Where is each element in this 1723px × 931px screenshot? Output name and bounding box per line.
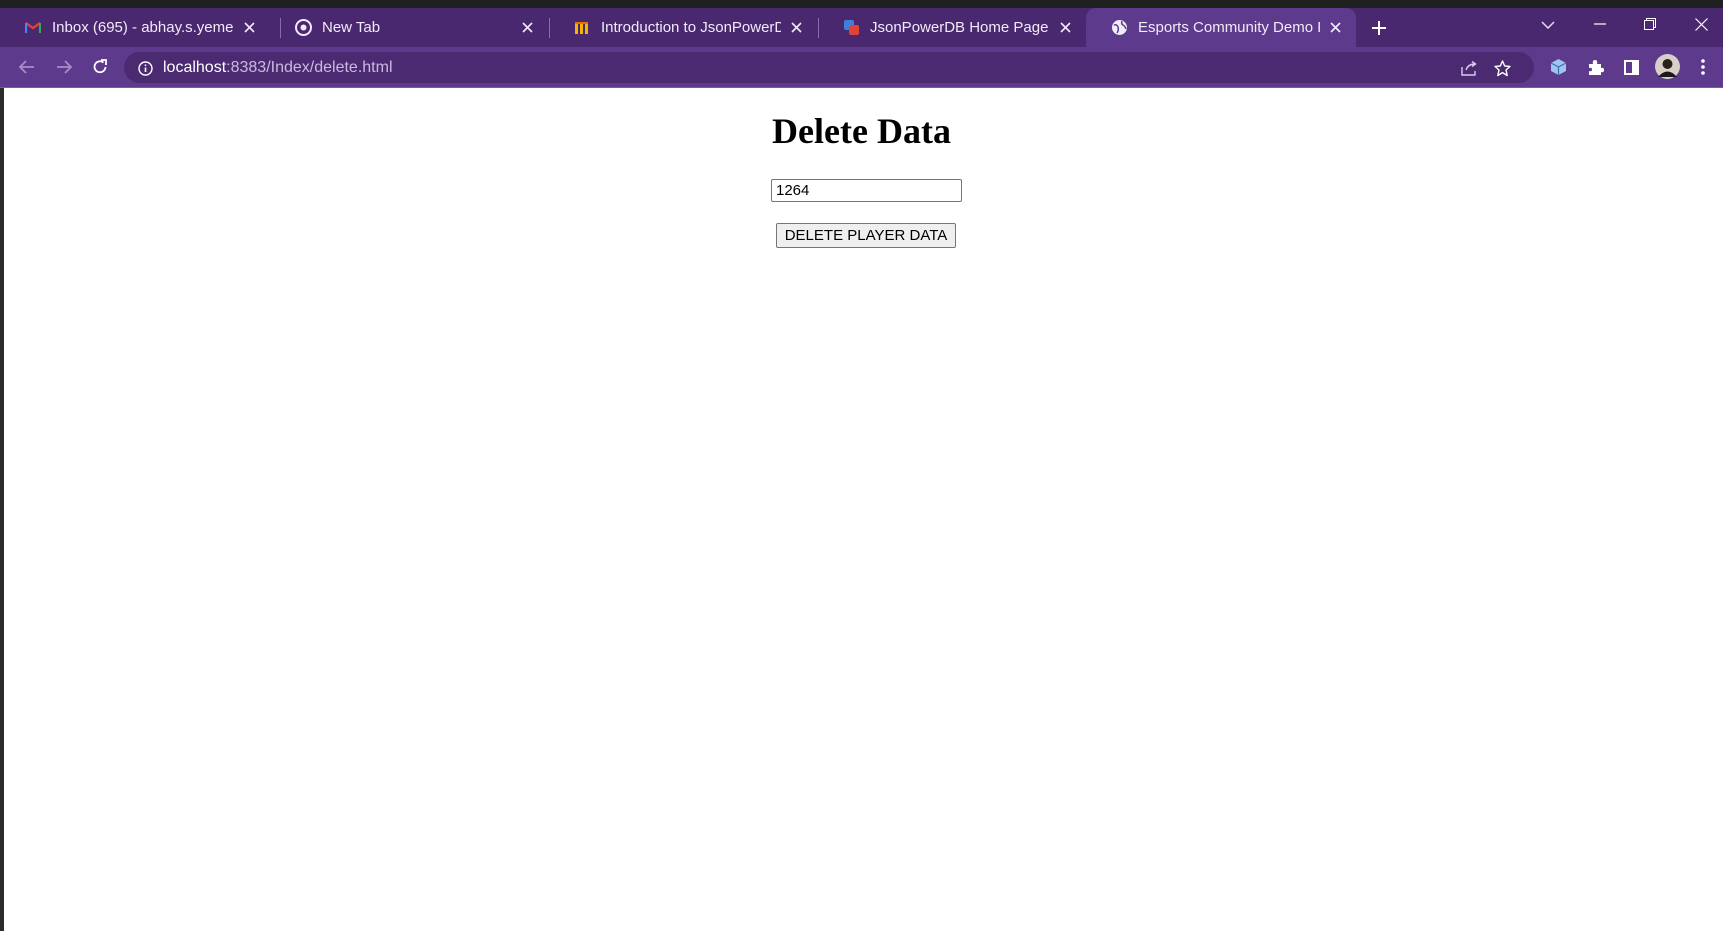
close-icon[interactable] (1056, 19, 1074, 37)
restore-window-icon[interactable] (1638, 12, 1662, 36)
browser-toolbar: localhost:8383/Index/delete.html (0, 47, 1723, 87)
site-info-icon[interactable] (137, 60, 153, 76)
extensions-puzzle-icon[interactable] (1583, 55, 1607, 79)
tab-title: New Tab (322, 19, 381, 36)
page-content: Delete Data DELETE PLAYER DATA (4, 88, 1723, 931)
tab-strip: Inbox (695) - abhay.s.yemekar@g New Tab … (0, 8, 1723, 47)
share-icon[interactable] (1459, 58, 1479, 78)
close-icon[interactable] (1326, 19, 1344, 37)
window-top-strip (0, 0, 1723, 8)
tab-jsonpowerdb-home[interactable]: JsonPowerDB Home Page (818, 8, 1086, 47)
reload-icon[interactable] (87, 55, 113, 79)
jpdb-icon (573, 19, 591, 37)
tab-title: JsonPowerDB Home Page (870, 19, 1049, 36)
back-arrow-icon[interactable] (14, 55, 40, 79)
tab-search-chevron-down-icon[interactable] (1537, 14, 1559, 36)
player-id-input[interactable] (771, 179, 962, 202)
chrome-icon (294, 19, 312, 37)
url-host: localhost (163, 58, 227, 76)
url-text: localhost:8383/Index/delete.html (163, 59, 393, 77)
delete-player-data-button[interactable]: DELETE PLAYER DATA (776, 223, 956, 248)
minimize-icon[interactable] (1588, 12, 1612, 36)
profile-avatar[interactable] (1654, 53, 1681, 80)
tab-new-tab[interactable]: New Tab (270, 8, 548, 47)
close-icon[interactable] (518, 19, 536, 37)
gmail-icon (24, 19, 42, 37)
page-title: Delete Data (772, 111, 951, 151)
side-panel-icon[interactable] (1619, 55, 1643, 79)
globe-icon (1110, 19, 1128, 37)
jsonpowerdb-icon (842, 19, 860, 37)
tab-title: Introduction to JsonPowerDB: Cr (601, 19, 781, 36)
tab-esports-demo[interactable]: Esports Community Demo Projec (1086, 8, 1356, 47)
more-menu-dots-icon[interactable] (1693, 55, 1713, 79)
close-icon[interactable] (787, 19, 805, 37)
close-icon[interactable] (240, 19, 258, 37)
bookmark-star-icon[interactable] (1492, 58, 1512, 78)
forward-arrow-icon[interactable] (51, 55, 77, 79)
tab-title: Inbox (695) - abhay.s.yemekar@g (52, 19, 234, 36)
tab-title: Esports Community Demo Projec (1138, 19, 1320, 36)
new-tab-plus-icon[interactable] (1367, 16, 1391, 40)
tab-gmail-inbox[interactable]: Inbox (695) - abhay.s.yemekar@g (0, 8, 270, 47)
close-window-icon[interactable] (1689, 12, 1713, 36)
address-bar[interactable]: localhost:8383/Index/delete.html (124, 52, 1534, 83)
extension-cube-icon[interactable] (1546, 55, 1570, 79)
url-path: :8383/Index/delete.html (226, 58, 393, 76)
tab-jsonpowerdb-intro[interactable]: Introduction to JsonPowerDB: Cr (549, 8, 817, 47)
